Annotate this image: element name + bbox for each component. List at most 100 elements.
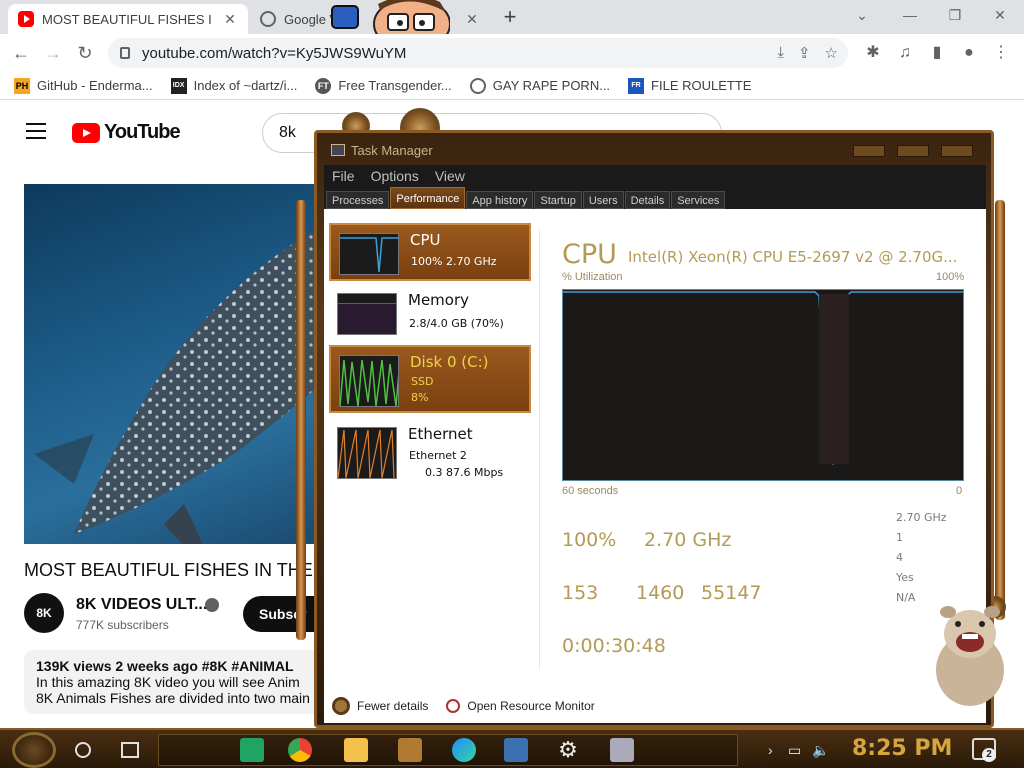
graph-time-end: 0: [956, 485, 963, 497]
subscriber-count: 777K subscribers: [76, 618, 169, 632]
menu-options[interactable]: Options: [371, 165, 419, 187]
resource-cpu[interactable]: CPU 100% 2.70 GHz: [329, 223, 531, 281]
tab-startup[interactable]: Startup: [534, 191, 582, 209]
close-icon[interactable]: ✕: [464, 11, 480, 28]
volume-muted-icon[interactable]: 🔈: [812, 742, 829, 759]
close-window-button[interactable]: ✕: [986, 4, 1014, 26]
handle-count: 55147: [701, 582, 762, 604]
youtube-logo[interactable]: YouTube: [72, 121, 181, 144]
new-tab-button[interactable]: +: [498, 6, 522, 30]
close-button[interactable]: [941, 145, 973, 157]
cortana-icon[interactable]: [75, 742, 91, 758]
minimize-button[interactable]: [853, 145, 885, 157]
decorative-pipe: [296, 200, 306, 640]
browser-toolbar: ← → ↻ youtube.com/watch?v=Ky5JWS9WuYM ⤓ …: [0, 34, 1024, 72]
resource-detail: 0.3 87.6 Mbps: [425, 466, 504, 479]
base-speed-value: 2.70 GHz: [896, 511, 947, 524]
install-icon[interactable]: ⤓: [777, 44, 784, 62]
notification-badge: 2: [982, 748, 996, 762]
task-manager-taskbar-icon[interactable]: [610, 738, 634, 762]
video-player[interactable]: [24, 184, 324, 544]
google-icon: [260, 11, 276, 27]
verified-check-icon: [205, 598, 219, 612]
bookmark-globe[interactable]: GAY RAPE PORN...: [469, 77, 610, 94]
fewer-details-button[interactable]: Fewer details: [332, 697, 428, 715]
bookmark-free[interactable]: FT Free Transgender...: [315, 77, 452, 94]
channel-avatar[interactable]: 8K: [24, 593, 64, 633]
minimize-button[interactable]: —: [896, 4, 924, 26]
bookmark-index[interactable]: IDX Index of ~dartz/i...: [170, 77, 297, 94]
resource-disk[interactable]: Disk 0 (C:) SSD 8%: [329, 345, 531, 413]
reload-icon[interactable]: ↻: [72, 40, 98, 66]
channel-name[interactable]: 8K VIDEOS ULT...: [76, 596, 207, 614]
cpu-graph-line: [563, 291, 963, 466]
bookmark-star-icon[interactable]: ☆: [825, 44, 838, 62]
tab-users[interactable]: Users: [582, 191, 624, 209]
back-arrow-icon[interactable]: ←: [8, 40, 34, 66]
video-description[interactable]: 139K views 2 weeks ago #8K #ANIMAL In th…: [24, 650, 324, 714]
virtual-processors-value: 4: [896, 551, 903, 564]
forward-arrow-icon[interactable]: →: [40, 40, 66, 66]
utilization-max: 100%: [936, 271, 965, 283]
close-icon[interactable]: ✕: [222, 11, 238, 28]
tab-details[interactable]: Details: [624, 191, 671, 209]
window-title: Task Manager: [351, 142, 433, 158]
task-manager-footer: Fewer details Open Resource Monitor: [324, 689, 986, 723]
cpu-model: Intel(R) Xeon(R) CPU E5-2697 v2 @ 2.70G.…: [628, 248, 958, 266]
side-panel-icon[interactable]: ▮: [926, 42, 948, 64]
menu-view[interactable]: View: [435, 165, 465, 187]
tab-performance[interactable]: Performance: [390, 187, 466, 209]
start-button[interactable]: [12, 732, 56, 768]
tab-search-icon[interactable]: ⌄: [848, 4, 876, 26]
share-icon[interactable]: ⇪: [798, 44, 811, 62]
globe-icon: [469, 77, 486, 94]
remote-desktop-icon[interactable]: [504, 738, 528, 762]
tab-processes[interactable]: Processes: [326, 191, 390, 209]
maximize-button[interactable]: [897, 145, 929, 157]
clock[interactable]: 8:25 PM: [852, 736, 952, 761]
settings-gear-icon[interactable]: ⚙: [556, 738, 580, 762]
tab-youtube[interactable]: MOST BEAUTIFUL FISHES I ✕: [8, 4, 248, 34]
task-view-icon[interactable]: [121, 742, 139, 758]
edge-icon[interactable]: [452, 738, 476, 762]
cpu-heading: CPU: [562, 239, 617, 270]
window-titlebar[interactable]: Task Manager: [331, 139, 433, 161]
resource-memory[interactable]: Memory 2.8/4.0 GB (70%): [329, 285, 531, 343]
bookmarks-bar: PH GitHub - Enderma... IDX Index of ~dar…: [0, 72, 1024, 100]
chrome-icon[interactable]: [288, 738, 312, 762]
network-icon[interactable]: ▭: [788, 742, 801, 759]
address-bar[interactable]: youtube.com/watch?v=Ky5JWS9WuYM ⤓ ⇪ ☆: [108, 38, 848, 68]
cpu-utilization-graph: [562, 289, 964, 481]
media-control-icon[interactable]: ♫: [894, 42, 916, 64]
resource-detail: Ethernet 2: [409, 449, 467, 462]
menu-file[interactable]: File: [332, 165, 355, 187]
menu-kebab-icon[interactable]: ⋮: [990, 42, 1012, 64]
menu-hamburger-icon[interactable]: [26, 123, 46, 139]
panel-divider: [539, 229, 540, 669]
fewer-details-label: Fewer details: [357, 699, 429, 713]
open-resource-monitor-link[interactable]: Open Resource Monitor: [446, 699, 595, 713]
bookmark-github[interactable]: PH GitHub - Enderma...: [14, 77, 153, 94]
bookmark-favicon: IDX: [170, 77, 187, 94]
bookmark-favicon: FT: [315, 77, 332, 94]
browser-tabstrip: MOST BEAUTIFUL FISHES I ✕ Google V ✕ + ⌄…: [0, 0, 1024, 34]
resource-name: Disk 0 (C:): [410, 353, 489, 371]
task-manager-icon: [331, 144, 345, 156]
resource-detail: 100% 2.70 GHz: [411, 255, 497, 268]
resource-monitor-icon: [446, 699, 461, 713]
winbox-icon[interactable]: [398, 738, 422, 762]
l1-cache-value: N/A: [896, 591, 916, 604]
extensions-icon[interactable]: ✱: [862, 42, 884, 64]
tab-bar: Processes Performance App history Startu…: [324, 187, 986, 209]
tab-app-history[interactable]: App history: [466, 191, 534, 209]
restore-button[interactable]: ❐: [941, 4, 969, 26]
description-line: In this amazing 8K video you will see An…: [36, 674, 300, 690]
file-explorer-icon[interactable]: [344, 738, 368, 762]
google-sheets-icon[interactable]: [240, 738, 264, 762]
virtual-machine-value: Yes: [896, 571, 914, 584]
tab-services[interactable]: Services: [671, 191, 726, 209]
bookmark-file-roulette[interactable]: FR FILE ROULETTE: [628, 77, 751, 94]
resource-ethernet[interactable]: Ethernet Ethernet 2 0.3 87.6 Mbps: [329, 419, 531, 479]
profile-avatar-icon[interactable]: ●: [958, 42, 980, 64]
tray-chevron-icon[interactable]: ›: [768, 742, 773, 758]
